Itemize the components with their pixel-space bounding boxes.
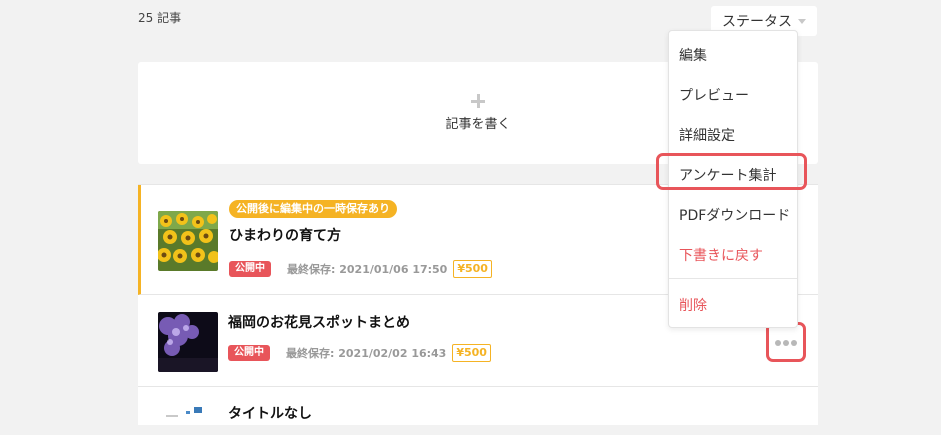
price-badge: ¥500 — [453, 260, 492, 278]
caret-down-icon — [798, 19, 806, 24]
article-thumbnail[interactable] — [158, 211, 218, 271]
status-filter-label: ステータス — [722, 14, 792, 30]
more-dots-icon — [791, 340, 797, 346]
article-thumbnail[interactable] — [158, 312, 218, 372]
article-title[interactable]: 福岡のお花見スポットまとめ — [228, 312, 410, 332]
menu-item-preview[interactable]: プレビュー — [679, 85, 749, 105]
article-row[interactable]: タイトルなし — [138, 388, 818, 428]
article-count: 25 記事 — [138, 11, 182, 25]
survey-highlight-outline — [656, 153, 807, 190]
status-badge: 公開中 — [229, 261, 271, 277]
menu-divider — [669, 278, 797, 279]
article-meta: 公開中 最終保存: 2021/02/02 16:43 ¥500 — [228, 343, 491, 363]
last-saved: 最終保存: 2021/01/06 17:50 — [287, 263, 448, 276]
article-title[interactable]: タイトルなし — [228, 403, 312, 423]
more-options-button[interactable] — [766, 322, 806, 362]
article-thumbnail[interactable] — [160, 401, 210, 431]
menu-item-revert-draft[interactable]: 下書きに戻す — [679, 245, 763, 265]
plus-icon — [471, 94, 485, 108]
menu-item-pdf-download[interactable]: PDFダウンロード — [679, 205, 790, 225]
menu-item-delete[interactable]: 削除 — [679, 295, 707, 315]
last-saved: 最終保存: 2021/02/02 16:43 — [286, 347, 447, 360]
status-badge: 公開中 — [228, 345, 270, 361]
menu-item-edit[interactable]: 編集 — [679, 45, 707, 65]
more-dots-icon — [775, 340, 781, 346]
article-meta: 公開中 最終保存: 2021/01/06 17:50 ¥500 — [229, 259, 492, 279]
unsaved-edit-badge: 公開後に編集中の一時保存あり — [229, 200, 397, 218]
price-badge: ¥500 — [452, 344, 491, 362]
article-title[interactable]: ひまわりの育て方 — [229, 225, 341, 245]
menu-item-settings[interactable]: 詳細設定 — [679, 125, 735, 145]
more-dots-icon — [783, 340, 789, 346]
